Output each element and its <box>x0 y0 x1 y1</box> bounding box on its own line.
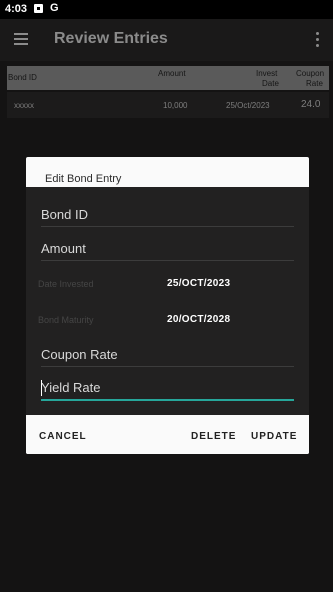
hamburger-menu-icon[interactable] <box>14 33 28 45</box>
more-options-icon[interactable] <box>316 32 320 48</box>
cell-invest-date: 25/Oct/2023 <box>226 101 270 110</box>
bond-id-placeholder: Bond ID <box>41 207 88 222</box>
column-header-coupon-rate-2: Rate <box>306 79 323 88</box>
column-header-coupon-rate-1: Coupon <box>296 69 325 78</box>
column-header-amount: Amount <box>158 69 186 78</box>
date-invested-label: Date Invested <box>38 279 94 289</box>
yield-rate-field[interactable]: Yield Rate <box>41 380 294 402</box>
cell-bond-id: xxxxx <box>14 101 34 110</box>
column-header-invest-date-2: Date <box>262 79 279 88</box>
yield-rate-placeholder: Yield Rate <box>41 380 101 395</box>
column-header-bond-id: Bond ID <box>8 73 37 82</box>
dialog-actions: CANCEL DELETE UPDATE <box>26 415 309 454</box>
dialog-body: Bond ID Amount Date Invested 25/OCT/2023… <box>26 187 309 415</box>
date-invested-value[interactable]: 25/OCT/2023 <box>167 278 230 289</box>
status-time: 4:03 <box>5 3 28 15</box>
status-bar: 4:03 G <box>0 0 333 19</box>
column-header-invest-date-1: Invest <box>256 69 278 78</box>
yield-rate-underline <box>41 399 294 401</box>
cell-amount: 10,000 <box>163 101 188 110</box>
delete-button[interactable]: DELETE <box>191 431 236 442</box>
update-button[interactable]: UPDATE <box>251 431 297 442</box>
bond-maturity-value[interactable]: 20/OCT/2028 <box>167 314 230 325</box>
cancel-button[interactable]: CANCEL <box>39 431 87 442</box>
coupon-rate-field[interactable]: Coupon Rate <box>41 347 294 367</box>
coupon-rate-underline <box>41 366 294 367</box>
coupon-rate-placeholder: Coupon Rate <box>41 347 118 362</box>
dialog-title: Edit Bond Entry <box>45 173 122 185</box>
table-header: Bond ID Amount Invest Date Coupon Rate <box>7 66 329 90</box>
bond-maturity-label: Bond Maturity <box>38 315 94 325</box>
edit-bond-dialog: Edit Bond Entry Bond ID Amount Date Inve… <box>26 157 309 454</box>
amount-underline <box>41 260 294 261</box>
amount-placeholder: Amount <box>41 241 86 256</box>
notification-icon <box>34 4 43 13</box>
cell-coupon-rate: 24.0 <box>301 99 321 110</box>
google-icon: G <box>50 2 59 14</box>
amount-field[interactable]: Amount <box>41 241 294 261</box>
bond-id-underline <box>41 226 294 227</box>
table-row[interactable]: xxxxx 10,000 25/Oct/2023 24.0 <box>7 92 329 118</box>
app-bar: Review Entries <box>0 19 333 61</box>
text-cursor <box>41 380 42 396</box>
bond-id-field[interactable]: Bond ID <box>41 207 294 227</box>
page-title: Review Entries <box>54 30 168 47</box>
